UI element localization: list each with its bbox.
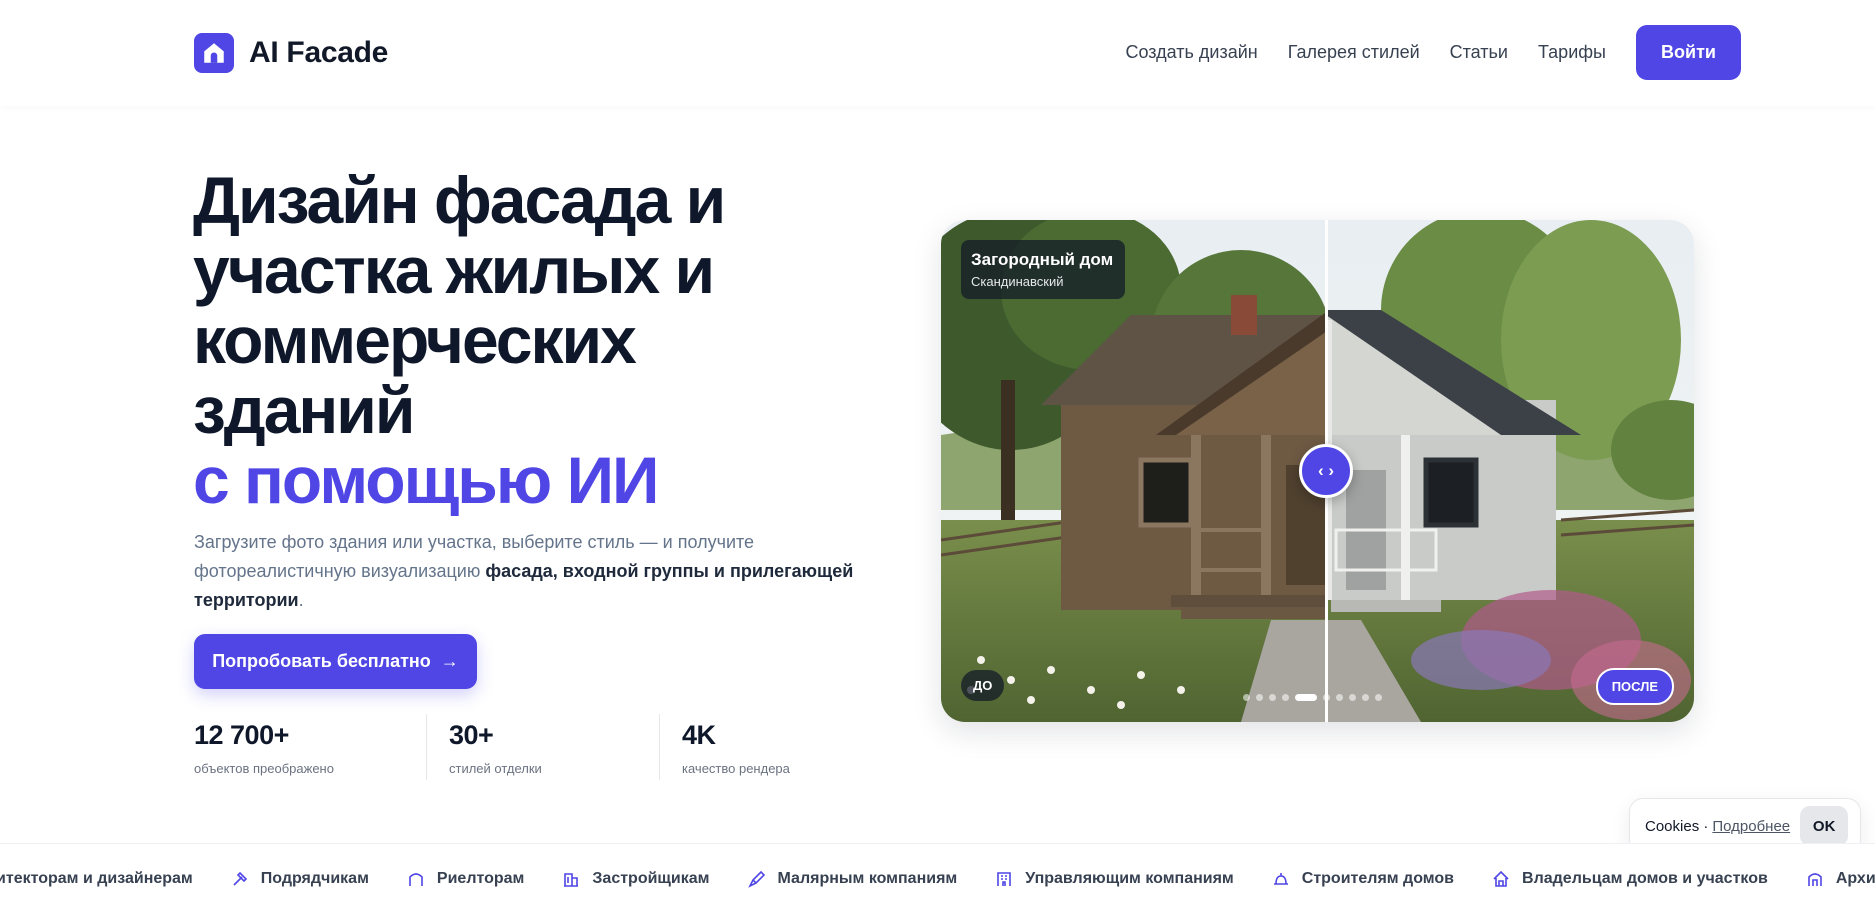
carousel-dots bbox=[1243, 694, 1388, 701]
stat-value: 4K bbox=[682, 720, 716, 750]
audience-item[interactable]: Подрядчикам bbox=[231, 870, 369, 888]
audience-label: Владельцам домов и участков bbox=[1522, 870, 1768, 887]
audience-item[interactable]: Малярным компаниям bbox=[747, 870, 958, 888]
login-button[interactable]: Войти bbox=[1636, 25, 1741, 80]
house-outline-icon bbox=[407, 870, 425, 888]
carousel-dot[interactable] bbox=[1282, 694, 1289, 701]
hero-subtitle: Загрузите фото здания или участка, выбер… bbox=[194, 528, 874, 615]
compare-handle-icon[interactable]: ‹ › bbox=[1299, 444, 1353, 498]
cookie-more-link[interactable]: Подробнее bbox=[1712, 818, 1790, 835]
carousel-dot[interactable] bbox=[1323, 694, 1330, 701]
audience-label: Подрядчикам bbox=[260, 870, 369, 887]
carousel-dot[interactable] bbox=[1295, 694, 1317, 701]
stat-label: объектов преображено bbox=[194, 761, 334, 776]
audience-item[interactable]: Застройщикам bbox=[562, 870, 710, 888]
arrow-right-icon: → bbox=[440, 651, 459, 671]
building-icon bbox=[562, 870, 580, 888]
audience-strip: Архитекторам и дизайнерам Подрядчикам Риел… bbox=[0, 843, 1875, 906]
nav-create-design[interactable]: Создать дизайн bbox=[1126, 42, 1258, 63]
hero-title-line: коммерческих bbox=[193, 303, 637, 377]
audience-item[interactable]: Риелторам bbox=[407, 870, 524, 888]
audience-list: Архитекторам и дизайнерам Подрядчикам Риел… bbox=[0, 870, 1875, 888]
brush-icon bbox=[747, 870, 766, 888]
home-icon bbox=[1492, 870, 1510, 888]
after-badge: ПОСЛЕ bbox=[1595, 668, 1674, 705]
stat-objects: 12 700+ объектов преображено bbox=[194, 714, 426, 780]
audience-item[interactable]: Строителям домов bbox=[1272, 870, 1454, 888]
stat-label: стилей отделки bbox=[449, 761, 542, 776]
photo-caption: Загородный дом Скандинавский bbox=[961, 240, 1126, 299]
main-nav: Создать дизайн Галерея стилей Статьи Тар… bbox=[1126, 25, 1741, 80]
before-after-slider[interactable]: Загородный дом Скандинавский ‹ › ДО ПОСЛ… bbox=[941, 220, 1694, 722]
before-badge: ДО bbox=[961, 670, 1005, 701]
nav-style-gallery[interactable]: Галерея стилей bbox=[1288, 42, 1420, 63]
carousel-dot[interactable] bbox=[1349, 694, 1356, 701]
hero-subtitle-end: . bbox=[298, 590, 304, 610]
stat-quality: 4K качество рендера bbox=[659, 714, 812, 780]
audience-item[interactable]: Архитекторам и дизайнерам bbox=[1806, 870, 1875, 888]
stat-value: 30+ bbox=[449, 720, 494, 750]
carousel-dot[interactable] bbox=[1362, 694, 1369, 701]
cookie-ok-button[interactable]: OK bbox=[1800, 806, 1849, 846]
carousel-dot[interactable] bbox=[1375, 694, 1382, 701]
audience-label: Риелторам bbox=[436, 870, 525, 887]
nav-pricing[interactable]: Тарифы bbox=[1538, 42, 1606, 63]
audience-item[interactable]: Владельцам домов и участков bbox=[1492, 870, 1768, 888]
hammer-icon bbox=[231, 870, 249, 888]
try-free-button[interactable]: Попробовать бесплатно → bbox=[194, 634, 477, 689]
brand[interactable]: AI Facade bbox=[194, 33, 388, 73]
house-logo-icon bbox=[194, 33, 234, 73]
carousel-dot[interactable] bbox=[1336, 694, 1343, 701]
audience-label: Архитекторам и дизайнерам bbox=[0, 870, 193, 887]
hero-title: Дизайн фасада и участка жилых и коммерче… bbox=[193, 165, 793, 515]
audience-label: Управляющим компаниям bbox=[1025, 870, 1234, 887]
audience-label: Застройщикам bbox=[592, 870, 710, 887]
hero-title-accent: с помощью ИИ bbox=[193, 443, 659, 517]
stat-label: качество рендера bbox=[682, 761, 790, 776]
carousel-dot[interactable] bbox=[1243, 694, 1250, 701]
hero-title-line: зданий bbox=[193, 373, 415, 447]
brand-name: AI Facade bbox=[249, 36, 389, 69]
stat-value: 12 700+ bbox=[194, 720, 289, 750]
audience-label: Строителям домов bbox=[1301, 870, 1455, 887]
stats: 12 700+ объектов преображено 30+ стилей … bbox=[194, 714, 812, 780]
office-icon bbox=[995, 870, 1013, 888]
site-header: AI Facade Создать дизайн Галерея стилей … bbox=[0, 0, 1875, 106]
hero-title-line: участка жилых и bbox=[193, 233, 715, 307]
try-free-label: Попробовать бесплатно bbox=[212, 651, 431, 671]
arch-icon bbox=[1806, 870, 1824, 888]
carousel-dot[interactable] bbox=[1256, 694, 1263, 701]
hero-title-line: Дизайн фасада и bbox=[193, 163, 726, 237]
stat-styles: 30+ стилей отделки bbox=[426, 714, 659, 780]
hardhat-icon bbox=[1272, 870, 1290, 888]
audience-label: Архитекторам и дизайнерам bbox=[1835, 870, 1875, 887]
audience-label: Малярным компаниям bbox=[777, 870, 958, 887]
caption-title: Загородный дом bbox=[971, 250, 1114, 269]
audience-item[interactable]: Архитекторам и дизайнерам bbox=[0, 870, 193, 888]
carousel-dot[interactable] bbox=[1269, 694, 1276, 701]
caption-style: Скандинавский bbox=[971, 274, 1064, 289]
nav-articles[interactable]: Статьи bbox=[1450, 42, 1508, 63]
audience-item[interactable]: Управляющим компаниям bbox=[995, 870, 1234, 888]
cookie-text: Cookies · bbox=[1645, 817, 1709, 835]
